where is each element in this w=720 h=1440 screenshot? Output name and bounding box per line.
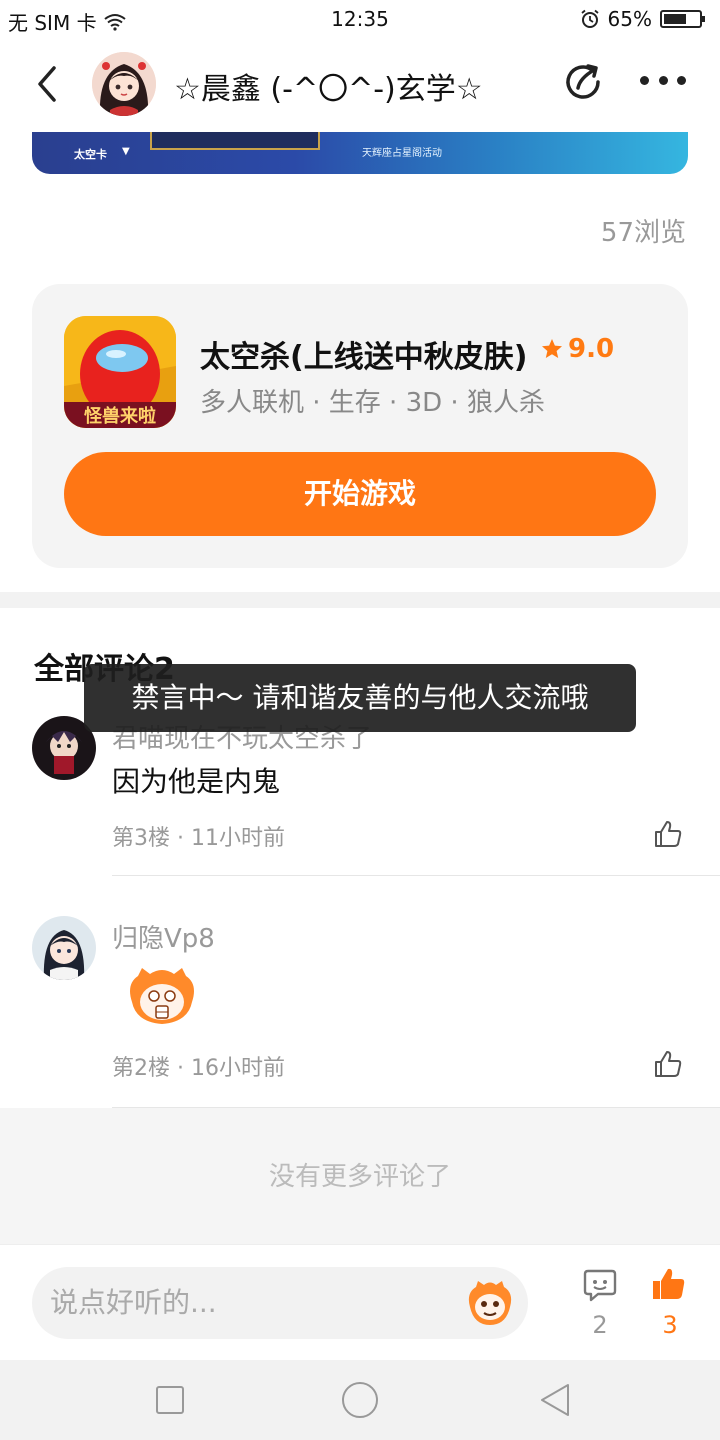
- banner-panel: [150, 132, 320, 150]
- game-card[interactable]: 怪兽来啦 太空杀(上线送中秋皮肤) 9.0 多人联机 · 生存 · 3D · 狼…: [32, 284, 688, 568]
- system-nav-bar: [0, 1360, 720, 1440]
- system-back-icon[interactable]: [538, 1382, 572, 1418]
- comment-text: 因为他是内鬼: [112, 765, 281, 798]
- star-icon: [542, 339, 562, 358]
- battery-percent: 65%: [607, 7, 652, 31]
- comment-meta: 第2楼 · 16小时前: [112, 1056, 285, 1081]
- author-avatar[interactable]: [92, 52, 156, 116]
- muted-toast: 禁言中～ 请和谐友善的与他人交流哦: [84, 664, 636, 732]
- thumbs-up-icon[interactable]: [650, 1265, 688, 1303]
- emoji-icon[interactable]: [464, 1277, 516, 1329]
- commenter-avatar[interactable]: [32, 916, 96, 980]
- page-title: ☆晨鑫 (-^〇^-)玄学☆: [174, 72, 483, 107]
- game-tags: 多人联机 · 生存 · 3D · 狼人杀: [200, 388, 545, 418]
- likes-count: 3: [662, 1311, 678, 1339]
- comments-icon[interactable]: [582, 1267, 618, 1303]
- more-icon[interactable]: [640, 76, 686, 88]
- like-icon[interactable]: [652, 1048, 684, 1080]
- alarm-icon: [580, 9, 599, 28]
- game-icon-caption: 怪兽来啦: [84, 405, 156, 427]
- no-more-area: 没有更多评论了: [0, 1108, 720, 1244]
- banner-subtext: 天辉座占星阁活动: [362, 148, 442, 159]
- game-title[interactable]: 太空杀(上线送中秋皮肤): [200, 332, 527, 376]
- bottom-bar: 说点好听的... 2 3: [0, 1244, 720, 1360]
- comment-meta: 第3楼 · 11小时前: [112, 826, 285, 851]
- rating-value: 9.0: [568, 334, 615, 364]
- comment-item: 归隐Vp8 第2楼 · 16小时前: [0, 900, 720, 1108]
- game-rating: 9.0: [540, 334, 614, 364]
- home-icon[interactable]: [342, 1382, 378, 1418]
- sticker-emoji-icon: [130, 968, 194, 1024]
- nav-bar: ☆晨鑫 (-^〇^-)玄学☆: [0, 40, 720, 128]
- banner-image[interactable]: 太空卡 ▼ 天辉座占星阁活动: [32, 132, 688, 174]
- no-more-comments: 没有更多评论了: [268, 1162, 451, 1192]
- banner-label: 太空卡: [74, 148, 107, 161]
- like-icon[interactable]: [652, 818, 684, 850]
- comment-separator: [112, 875, 720, 876]
- start-game-button[interactable]: 开始游戏: [64, 452, 656, 536]
- comments-count: 2: [592, 1311, 608, 1339]
- status-right: 65%: [580, 7, 705, 31]
- banner-caret-icon: ▼: [122, 146, 130, 157]
- battery-icon: [660, 10, 705, 28]
- view-count: 57浏览: [600, 218, 686, 248]
- commenter-name[interactable]: 归隐Vp8: [112, 918, 215, 955]
- comment-input[interactable]: 说点好听的...: [32, 1267, 528, 1339]
- status-bar: 无 SIM 卡 12:35 65%: [0, 0, 720, 38]
- section-divider: [0, 592, 720, 608]
- share-icon[interactable]: [562, 60, 606, 104]
- back-icon[interactable]: [30, 62, 64, 106]
- game-icon[interactable]: 怪兽来啦: [64, 316, 176, 428]
- recent-apps-icon[interactable]: [156, 1386, 184, 1414]
